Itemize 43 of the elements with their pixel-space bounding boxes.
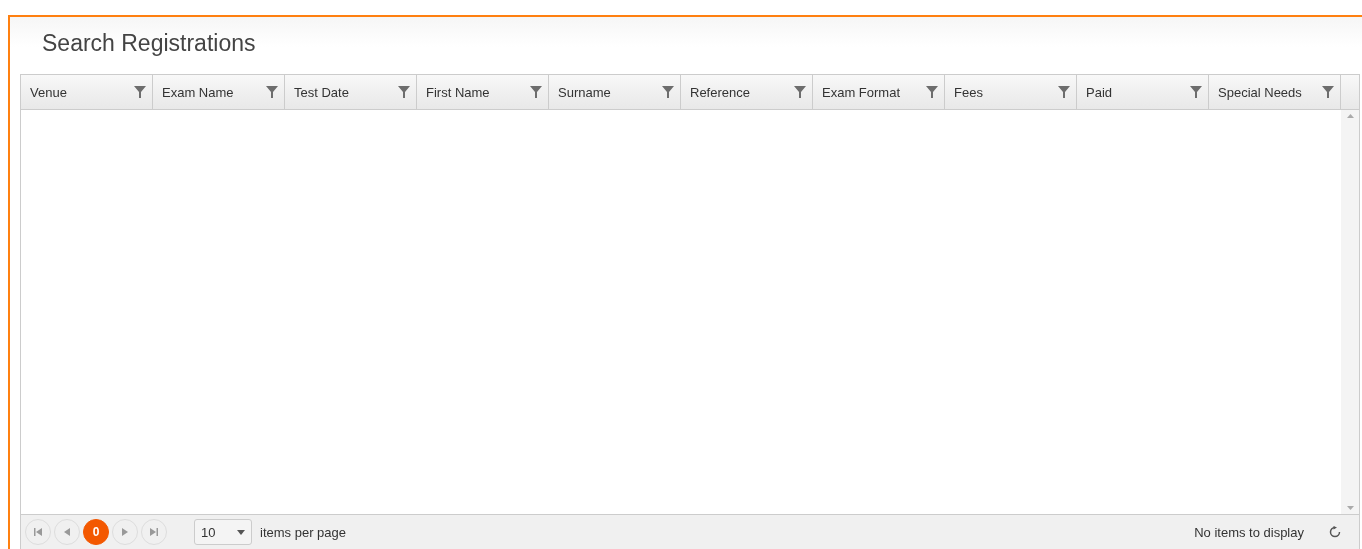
filter-icon[interactable] [926,86,938,98]
pager-status: No items to display [1194,524,1304,540]
scroll-up-icon [1346,114,1354,118]
column-title[interactable]: Reference [690,84,750,100]
column-header[interactable]: First Name [417,75,549,109]
column-header[interactable]: Exam Name [153,75,285,109]
next-page-icon [122,528,128,536]
column-header[interactable]: Exam Format [813,75,945,109]
scroll-down-icon [1346,506,1354,510]
column-title[interactable]: Exam Format [822,84,900,100]
filter-icon[interactable] [398,86,410,98]
column-title[interactable]: Test Date [294,84,349,100]
column-header[interactable]: Paid [1077,75,1209,109]
previous-page-icon [64,528,70,536]
column-title[interactable]: Exam Name [162,84,234,100]
filter-icon[interactable] [1190,86,1202,98]
page-size-dropdown[interactable]: 10 [194,519,252,545]
filter-icon[interactable] [662,86,674,98]
column-title[interactable]: Venue [30,84,67,100]
column-title[interactable]: First Name [426,84,490,100]
column-header[interactable]: Surname [549,75,681,109]
column-header[interactable]: Reference [681,75,813,109]
page-title: Search Registrations [41,29,257,58]
filter-icon[interactable] [794,86,806,98]
caret-icon [237,529,245,535]
last-page-icon [150,528,158,536]
filter-icon[interactable] [266,86,278,98]
refresh-icon[interactable] [1329,526,1341,538]
column-header[interactable]: Fees [945,75,1077,109]
column-title[interactable]: Surname [558,84,611,100]
filter-icon[interactable] [1322,86,1334,98]
page-size-label: items per page [260,524,346,540]
first-page-icon [34,528,42,536]
column-header[interactable]: Venue [21,75,153,109]
column-title[interactable]: Special Needs [1218,84,1302,100]
column-header[interactable]: Special Needs [1209,75,1341,109]
column-header[interactable]: Test Date [285,75,417,109]
column-title[interactable]: Fees [954,84,983,100]
filter-icon[interactable] [134,86,146,98]
filter-icon[interactable] [1058,86,1070,98]
column-title[interactable]: Paid [1086,84,1113,100]
filter-icon[interactable] [530,86,542,98]
scrollbar[interactable] [1341,110,1359,514]
